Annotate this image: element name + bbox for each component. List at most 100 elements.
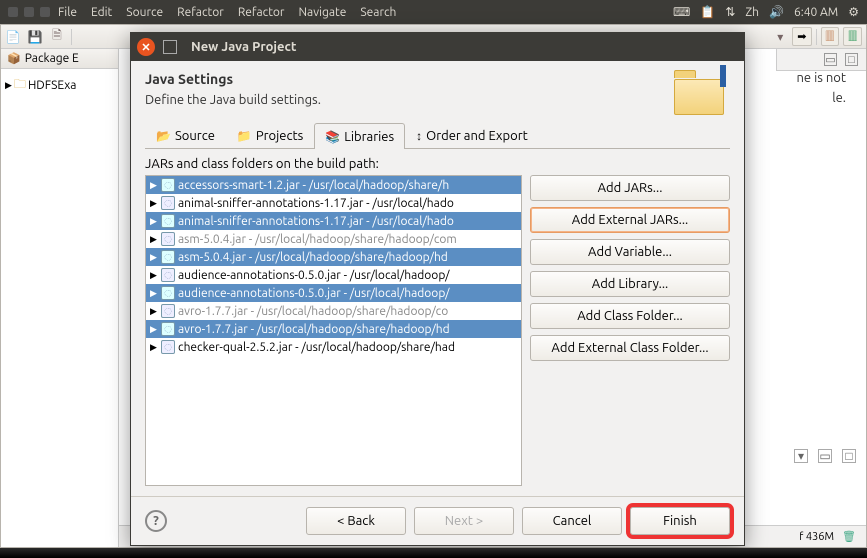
keyboard-icon[interactable]: ⌨	[673, 5, 690, 19]
expand-icon[interactable]: ▶	[150, 180, 158, 191]
jar-label: audience-annotations-0.5.0.jar - /usr/lo…	[178, 287, 450, 300]
dialog-heading: Java Settings	[145, 71, 674, 87]
menu-file[interactable]: File	[58, 6, 77, 19]
project-tree-item[interactable]: ▶ 🗀 HDFSExa	[5, 75, 114, 96]
jar-row[interactable]: ▶◌asm-5.0.4.jar - /usr/local/hadoop/shar…	[146, 248, 521, 266]
calendar-icon[interactable]: 📋	[700, 5, 715, 19]
window-controls[interactable]	[8, 7, 50, 17]
add-variable-button[interactable]: Add Variable...	[530, 239, 730, 265]
projects-icon: 📁	[237, 129, 252, 143]
jar-row[interactable]: ▶◌asm-5.0.4.jar - /usr/local/hadoop/shar…	[146, 230, 521, 248]
dialog-header: Java Settings Define the Java build sett…	[131, 61, 744, 123]
java-ee-perspective-icon[interactable]: 🀫	[843, 27, 862, 46]
java-perspective-icon[interactable]: 🀫	[821, 27, 840, 46]
menu-source[interactable]: Source	[126, 6, 163, 19]
view-toolbar: ▾ ▭ □	[794, 449, 856, 463]
close-icon[interactable]	[8, 7, 18, 17]
close-icon[interactable]: ✕	[137, 38, 155, 56]
expand-icon[interactable]: ▶	[150, 252, 158, 263]
tab-libraries[interactable]: 📚Libraries	[314, 123, 405, 149]
expand-icon[interactable]: ▶	[5, 80, 12, 91]
volume-icon[interactable]: 🔊	[769, 5, 784, 19]
jar-icon: ◌	[161, 286, 175, 300]
new-icon[interactable]: 📄	[5, 29, 21, 45]
gc-icon[interactable]: 🗑	[842, 530, 856, 543]
chevron-down-icon[interactable]: ▾	[772, 29, 788, 45]
expand-icon[interactable]: ▶	[150, 234, 158, 245]
gear-icon[interactable]: ⚙	[848, 5, 859, 19]
package-explorer-header[interactable]: 📦 Package E	[1, 49, 118, 69]
package-explorer-title: Package E	[25, 52, 79, 65]
jar-icon: ◌	[161, 304, 175, 318]
jar-row[interactable]: ▶◌audience-annotations-0.5.0.jar - /usr/…	[146, 266, 521, 284]
network-icon[interactable]: ⇅	[725, 5, 735, 19]
expand-icon[interactable]: ▶	[150, 198, 158, 209]
app-menu[interactable]: File Edit Source Refactor Refactor Navig…	[58, 6, 396, 19]
finish-button[interactable]: Finish	[630, 507, 730, 535]
menu-navigate[interactable]: Navigate	[298, 6, 346, 19]
system-tray: ⌨ 📋 ⇅ Zh 🔊 6:40 AM ⚙	[673, 5, 859, 19]
expand-icon[interactable]: ▶	[150, 306, 158, 317]
dialog-subheading: Define the Java build settings.	[145, 93, 674, 107]
jar-action-buttons: Add JARs... Add External JARs... Add Var…	[530, 175, 730, 486]
menu-edit[interactable]: Edit	[91, 6, 112, 19]
jar-row[interactable]: ▶◌audience-annotations-0.5.0.jar - /usr/…	[146, 284, 521, 302]
package-icon: 📦	[7, 52, 21, 65]
expand-icon[interactable]: ▶	[150, 342, 158, 353]
jar-list[interactable]: ▶◌accessors-smart-1.2.jar - /usr/local/h…	[145, 175, 522, 486]
add-jars-button[interactable]: Add JARs...	[530, 175, 730, 201]
maximize-view-icon[interactable]: □	[845, 53, 858, 66]
expand-icon[interactable]: ▶	[150, 216, 158, 227]
input-lang[interactable]: Zh	[745, 6, 759, 19]
maximize-icon[interactable]: □	[842, 449, 856, 463]
jar-row[interactable]: ▶◌checker-qual-2.5.2.jar - /usr/local/ha…	[146, 338, 521, 356]
jar-label: checker-qual-2.5.2.jar - /usr/local/hado…	[178, 341, 455, 354]
jar-row[interactable]: ▶◌accessors-smart-1.2.jar - /usr/local/h…	[146, 176, 521, 194]
add-external-jars-button[interactable]: Add External JARs...	[530, 207, 730, 233]
jar-icon: ◌	[161, 322, 175, 336]
jar-label: accessors-smart-1.2.jar - /usr/local/had…	[178, 179, 449, 192]
tab-source[interactable]: 📂Source	[145, 123, 226, 148]
source-folder-icon: 📂	[156, 129, 171, 143]
menu-refactor[interactable]: Refactor	[177, 6, 224, 19]
tab-order-export[interactable]: ↕Order and Export	[405, 123, 539, 148]
cancel-button[interactable]: Cancel	[522, 507, 622, 535]
jar-label: avro-1.7.7.jar - /usr/local/hadoop/share…	[178, 323, 450, 336]
jar-row[interactable]: ▶◌animal-sniffer-annotations-1.17.jar - …	[146, 194, 521, 212]
add-external-class-folder-button[interactable]: Add External Class Folder...	[530, 335, 730, 361]
minimize-icon[interactable]: ▭	[818, 449, 832, 463]
jar-label: asm-5.0.4.jar - /usr/local/hadoop/share/…	[178, 233, 457, 246]
expand-icon[interactable]: ▶	[150, 270, 158, 281]
separator	[71, 29, 72, 45]
jar-label: asm-5.0.4.jar - /usr/local/hadoop/share/…	[178, 251, 448, 264]
clock[interactable]: 6:40 AM	[794, 6, 838, 19]
jar-icon: ◌	[161, 178, 175, 192]
minimize-icon[interactable]	[24, 7, 34, 17]
jar-label: avro-1.7.7.jar - /usr/local/hadoop/share…	[178, 305, 448, 318]
tab-projects[interactable]: 📁Projects	[226, 123, 314, 148]
open-perspective-icon[interactable]: ➡	[792, 27, 811, 46]
list-caption: JARs and class folders on the build path…	[145, 157, 730, 171]
dialog-titlebar[interactable]: ✕ New Java Project	[131, 33, 744, 61]
maximize-icon[interactable]	[40, 7, 50, 17]
expand-icon[interactable]: ▶	[150, 324, 158, 335]
save-all-icon[interactable]: 🗎	[49, 29, 65, 45]
menu-icon[interactable]: ▾	[794, 449, 808, 463]
save-icon[interactable]: 💾	[27, 29, 43, 45]
jar-row[interactable]: ▶◌avro-1.7.7.jar - /usr/local/hadoop/sha…	[146, 302, 521, 320]
minimize-view-icon[interactable]: ▭	[824, 53, 837, 66]
back-button[interactable]: < Back	[306, 507, 406, 535]
jar-row[interactable]: ▶◌avro-1.7.7.jar - /usr/local/hadoop/sha…	[146, 320, 521, 338]
menu-refactor-2[interactable]: Refactor	[238, 6, 285, 19]
jar-icon: ◌	[161, 268, 175, 282]
add-library-button[interactable]: Add Library...	[530, 271, 730, 297]
dock[interactable]	[0, 548, 867, 558]
help-icon[interactable]: ?	[145, 510, 167, 532]
editor-tab-controls: ▭ □	[776, 49, 866, 71]
menu-search[interactable]: Search	[360, 6, 396, 19]
expand-icon[interactable]: ▶	[150, 288, 158, 299]
add-class-folder-button[interactable]: Add Class Folder...	[530, 303, 730, 329]
folder-wizard-icon	[674, 71, 730, 115]
jar-row[interactable]: ▶◌animal-sniffer-annotations-1.17.jar - …	[146, 212, 521, 230]
jar-label: animal-sniffer-annotations-1.17.jar - /u…	[178, 215, 454, 228]
